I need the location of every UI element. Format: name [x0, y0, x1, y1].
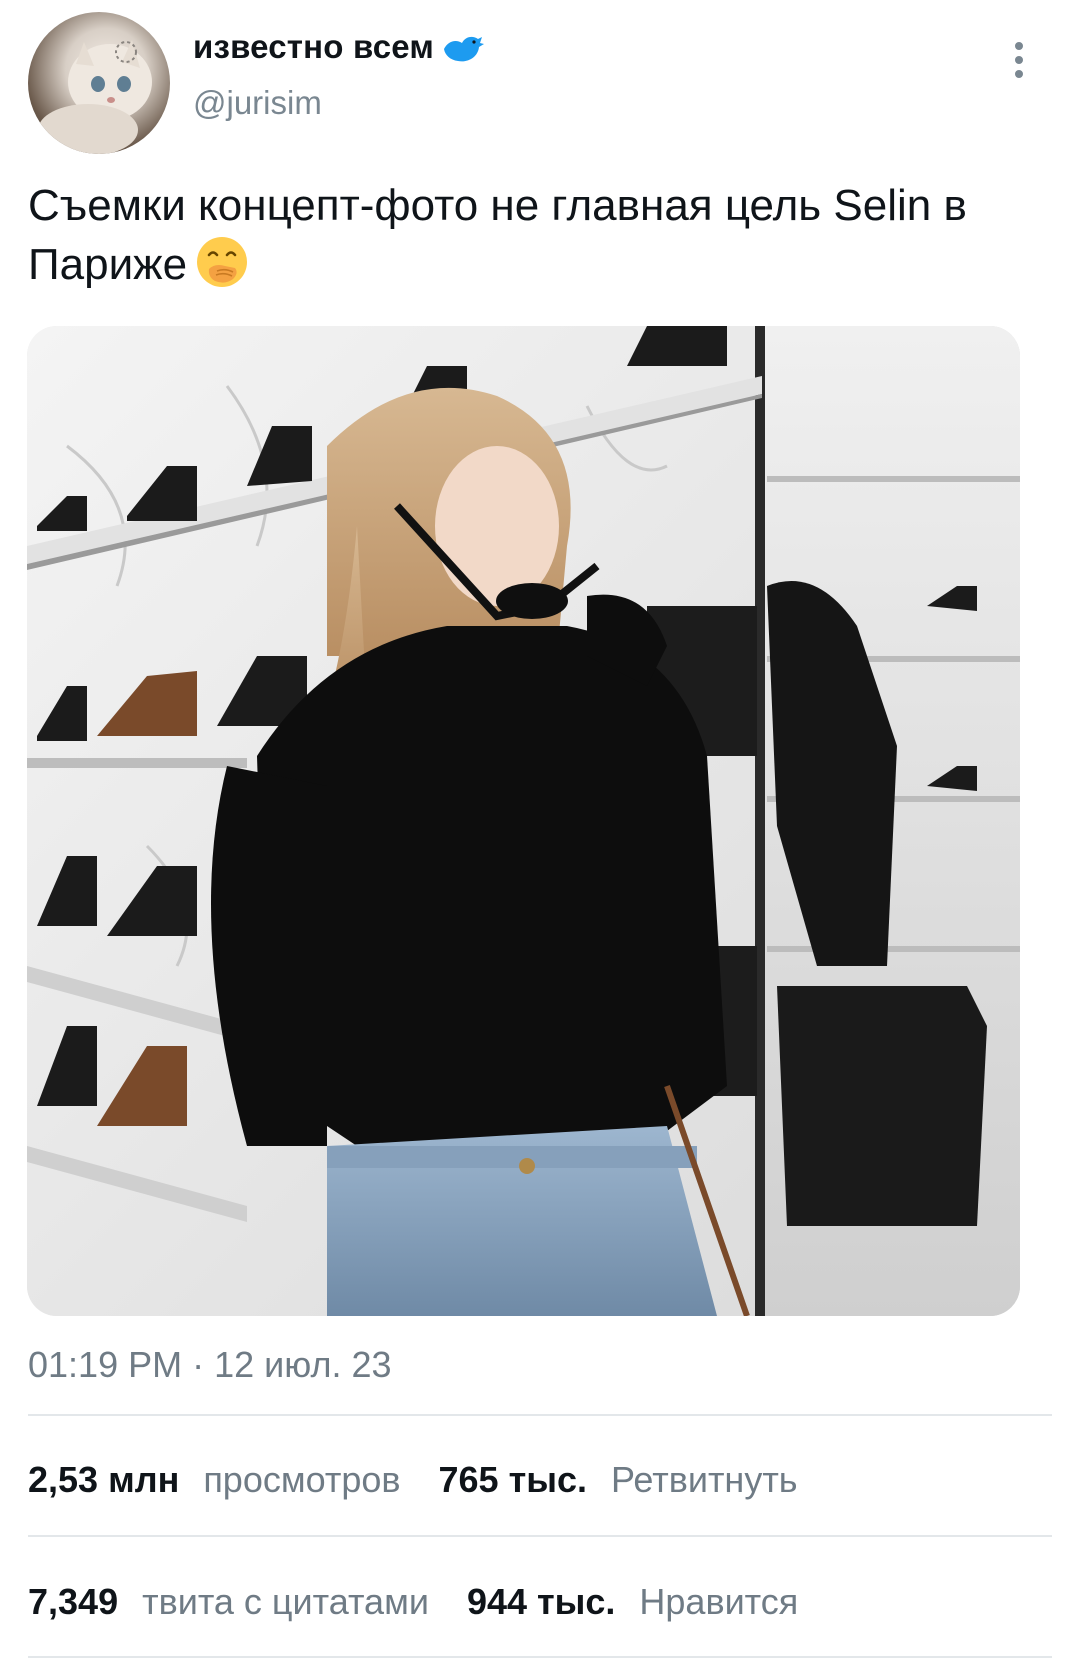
more-dot	[1015, 56, 1023, 64]
divider-bottom	[28, 1656, 1052, 1658]
views-stat: 2,53 млн просмотров	[28, 1459, 401, 1501]
likes-stat[interactable]: 944 тыс. Нравится	[467, 1581, 798, 1623]
stats-row-1: 2,53 млн просмотров 765 тыс. Ретвитнуть	[28, 1450, 798, 1510]
avatar-image	[38, 40, 152, 154]
quotes-stat[interactable]: 7,349 твита с цитатами	[28, 1581, 429, 1623]
blue-bird-icon	[443, 36, 484, 62]
more-dot	[1015, 42, 1023, 50]
divider-top	[28, 1414, 1052, 1416]
retweets-label[interactable]: Ретвитнуть	[611, 1459, 798, 1501]
likes-label[interactable]: Нравится	[639, 1581, 798, 1623]
stats-row-2: 7,349 твита с цитатами 944 тыс. Нравится	[28, 1572, 798, 1632]
handle[interactable]: @jurisim	[193, 84, 322, 122]
display-name-row[interactable]: известно всем	[193, 24, 484, 70]
photo-image	[27, 326, 1020, 1316]
avatar[interactable]	[28, 12, 170, 154]
more-options-icon[interactable]	[1004, 38, 1034, 82]
views-count: 2,53 млн	[28, 1459, 180, 1500]
likes-count[interactable]: 944 тыс.	[467, 1581, 615, 1623]
tweet-body: Съемки концепт-фото не главная цель Seli…	[28, 181, 967, 289]
face-with-hand-over-mouth-emoji	[197, 237, 248, 287]
display-name[interactable]: известно всем	[193, 28, 434, 66]
tweet-timestamp[interactable]: 01:19 PM · 12 июл. 23	[28, 1344, 392, 1386]
tweet-photo[interactable]	[27, 326, 1020, 1316]
quotes-count[interactable]: 7,349	[28, 1581, 118, 1623]
tweet-header: известно всем @jurisim	[0, 0, 1080, 165]
retweets-count[interactable]: 765 тыс.	[439, 1459, 587, 1501]
divider-middle	[28, 1535, 1052, 1537]
more-dot	[1015, 70, 1023, 78]
views-label: просмотров	[203, 1459, 401, 1500]
tweet-text: Съемки концепт-фото не главная цель Seli…	[28, 176, 1058, 294]
quotes-label[interactable]: твита с цитатами	[142, 1581, 429, 1623]
retweets-stat[interactable]: 765 тыс. Ретвитнуть	[439, 1459, 798, 1501]
